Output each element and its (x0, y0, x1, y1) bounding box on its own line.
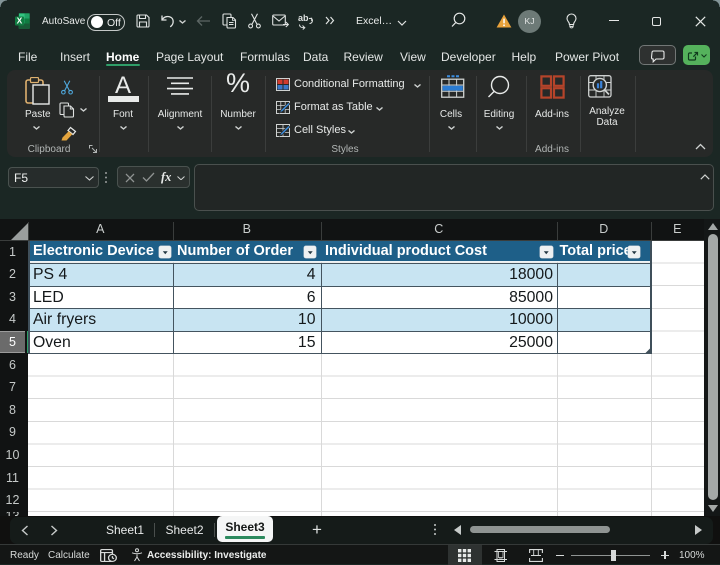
svg-text:X: X (17, 16, 23, 26)
svg-text:ab: ab (298, 13, 309, 23)
